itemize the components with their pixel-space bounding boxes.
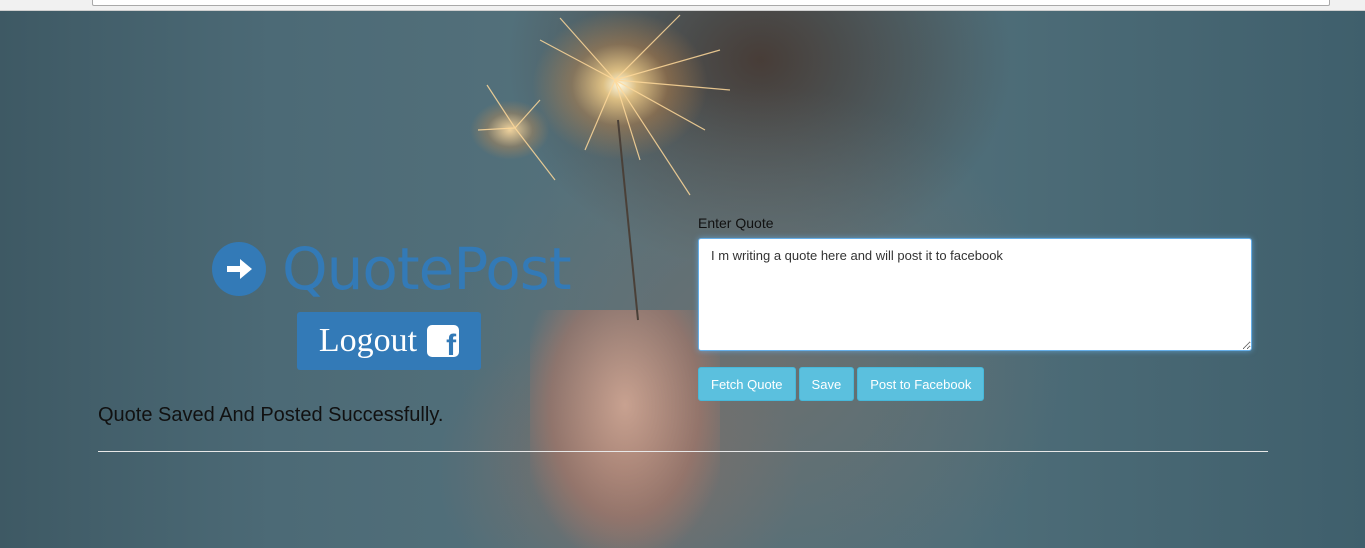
status-message: Quote Saved And Posted Successfully.	[98, 404, 444, 426]
fetch-quote-button[interactable]: Fetch Quote	[698, 367, 796, 401]
quote-textarea[interactable]: I m writing a quote here and will post i…	[698, 238, 1252, 351]
quote-actions: Fetch Quote Save Post to Facebook	[698, 367, 987, 401]
page-background: QuotePost Logout f Quote Saved And Poste…	[0, 0, 1365, 548]
logout-label: Logout	[318, 322, 418, 359]
logo-text: QuotePost	[282, 235, 572, 303]
save-button[interactable]: Save	[798, 367, 855, 401]
post-to-facebook-button[interactable]: Post to Facebook	[857, 367, 985, 401]
app-logo[interactable]: QuotePost	[212, 235, 572, 303]
facebook-icon: f	[427, 325, 460, 357]
quote-label: Enter Quote	[698, 215, 774, 231]
logout-button[interactable]: Logout f	[297, 312, 481, 370]
arrow-circle-right-icon	[212, 242, 266, 296]
divider	[98, 451, 1268, 452]
